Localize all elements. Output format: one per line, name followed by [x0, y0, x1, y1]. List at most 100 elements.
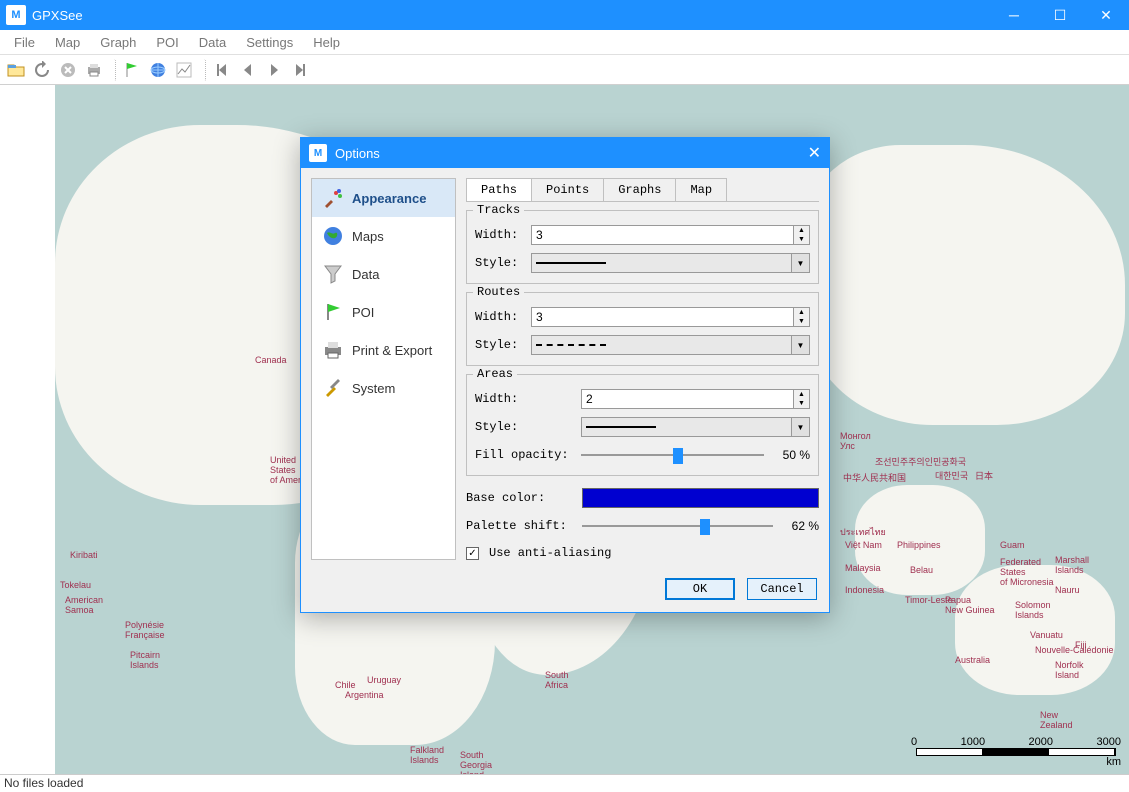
map-label: Australia: [955, 655, 990, 665]
menu-settings[interactable]: Settings: [236, 32, 303, 53]
nav-print-export[interactable]: Print & Export: [312, 331, 455, 369]
globe-icon[interactable]: [146, 58, 170, 82]
map-label: South Africa: [545, 670, 569, 690]
graph-icon[interactable]: [172, 58, 196, 82]
areas-width-input[interactable]: 2 ▲▼: [581, 389, 810, 409]
close-file-icon[interactable]: [56, 58, 80, 82]
options-tabs: Paths Points Graphs Map: [466, 178, 819, 202]
map-label: Norfolk Island: [1055, 660, 1084, 680]
map-label: Philippines: [897, 540, 941, 550]
menubar: File Map Graph POI Data Settings Help: [0, 30, 1129, 55]
map-label: Papua New Guinea: [945, 595, 995, 615]
tab-points[interactable]: Points: [531, 178, 604, 201]
map-label: New Zealand: [1040, 710, 1073, 730]
printer-icon: [322, 339, 344, 361]
map-scale: 01000 20003000 km: [916, 736, 1121, 768]
map-label: Marshall Islands: [1055, 555, 1089, 575]
areas-style-combo[interactable]: ▼: [581, 417, 810, 437]
next-icon[interactable]: [262, 58, 286, 82]
map-label: Canada: [255, 355, 287, 365]
map-label: Chile: [335, 680, 356, 690]
tools-icon: [322, 377, 344, 399]
map-label: 中华人民共和国: [843, 471, 906, 484]
app-icon: M: [6, 5, 26, 25]
flag-icon[interactable]: [120, 58, 144, 82]
map-label: Fiji: [1075, 640, 1087, 650]
titlebar: M GPXSee ─ ☐ ✕: [0, 0, 1129, 30]
map-label: Việt Nam: [845, 540, 882, 550]
base-color-swatch[interactable]: [582, 488, 819, 508]
print-icon[interactable]: [82, 58, 106, 82]
toolbar: [0, 55, 1129, 85]
palette-shift-slider[interactable]: [582, 516, 773, 536]
dialog-titlebar[interactable]: M Options ✕: [301, 138, 829, 168]
map-label: Kiribati: [70, 550, 98, 560]
map-label: Federated States of Micronesia: [1000, 557, 1054, 587]
tab-map[interactable]: Map: [675, 178, 727, 201]
first-icon[interactable]: [210, 58, 234, 82]
map-label: American Samoa: [65, 595, 103, 615]
globe-icon: [322, 225, 344, 247]
prev-icon[interactable]: [236, 58, 260, 82]
dialog-title: Options: [335, 146, 380, 161]
menu-poi[interactable]: POI: [146, 32, 188, 53]
menu-help[interactable]: Help: [303, 32, 350, 53]
map-label: Solomon Islands: [1015, 600, 1051, 620]
map-label: South Georgia Island: [460, 750, 492, 774]
map-label: Монгол Улс: [840, 431, 871, 451]
flag-icon: [322, 301, 344, 323]
options-dialog: M Options ✕ Appearance Maps Data POI: [300, 137, 830, 613]
statusbar: No files loaded: [0, 774, 1129, 792]
menu-data[interactable]: Data: [189, 32, 236, 53]
nav-system[interactable]: System: [312, 369, 455, 407]
map-label: Guam: [1000, 540, 1025, 550]
areas-group: Areas Width: 2 ▲▼ Style: ▼ Fill opacity:: [466, 374, 819, 476]
map-label: 조선민주주의인민공화국: [875, 455, 966, 468]
map-label: Tokelau: [60, 580, 91, 590]
map-label: Vanuatu: [1030, 630, 1063, 640]
tab-paths[interactable]: Paths: [466, 178, 532, 201]
app-icon: M: [309, 144, 327, 162]
map-label: Nauru: [1055, 585, 1080, 595]
map-label: Pitcairn Islands: [130, 650, 160, 670]
map-label: 대한민국: [935, 469, 968, 482]
map-label: 日本: [975, 469, 993, 482]
funnel-icon: [322, 263, 344, 285]
last-icon[interactable]: [288, 58, 312, 82]
tracks-group: Tracks Width: 3 ▲▼ Style: ▼: [466, 210, 819, 284]
map-label: Belau: [910, 565, 933, 575]
nav-poi[interactable]: POI: [312, 293, 455, 331]
minimize-button[interactable]: ─: [991, 0, 1037, 30]
reload-icon[interactable]: [30, 58, 54, 82]
map-label: Polynésie Française: [125, 620, 165, 640]
anti-aliasing-checkbox[interactable]: ✓: [466, 547, 479, 560]
menu-map[interactable]: Map: [45, 32, 90, 53]
brush-icon: [322, 187, 344, 209]
map-label: Malaysia: [845, 563, 881, 573]
tab-graphs[interactable]: Graphs: [603, 178, 676, 201]
ok-button[interactable]: OK: [665, 578, 735, 600]
nav-data[interactable]: Data: [312, 255, 455, 293]
maximize-button[interactable]: ☐: [1037, 0, 1083, 30]
tracks-style-combo[interactable]: ▼: [531, 253, 810, 273]
menu-graph[interactable]: Graph: [90, 32, 146, 53]
window-title: GPXSee: [32, 8, 991, 23]
map-label: Uruguay: [367, 675, 401, 685]
cancel-button[interactable]: Cancel: [747, 578, 817, 600]
options-nav: Appearance Maps Data POI Print & Export …: [311, 178, 456, 560]
menu-file[interactable]: File: [4, 32, 45, 53]
map-label: Falkland Islands: [410, 745, 444, 765]
routes-style-combo[interactable]: ▼: [531, 335, 810, 355]
open-icon[interactable]: [4, 58, 28, 82]
routes-group: Routes Width: 3 ▲▼ Style: ▼: [466, 292, 819, 366]
map-label: ประเทศไทย: [840, 525, 886, 539]
nav-appearance[interactable]: Appearance: [312, 179, 455, 217]
close-icon[interactable]: ✕: [808, 143, 821, 163]
routes-width-input[interactable]: 3 ▲▼: [531, 307, 810, 327]
map-label: Indonesia: [845, 585, 884, 595]
close-button[interactable]: ✕: [1083, 0, 1129, 30]
map-label: Argentina: [345, 690, 384, 700]
nav-maps[interactable]: Maps: [312, 217, 455, 255]
tracks-width-input[interactable]: 3 ▲▼: [531, 225, 810, 245]
fill-opacity-slider[interactable]: [581, 445, 764, 465]
